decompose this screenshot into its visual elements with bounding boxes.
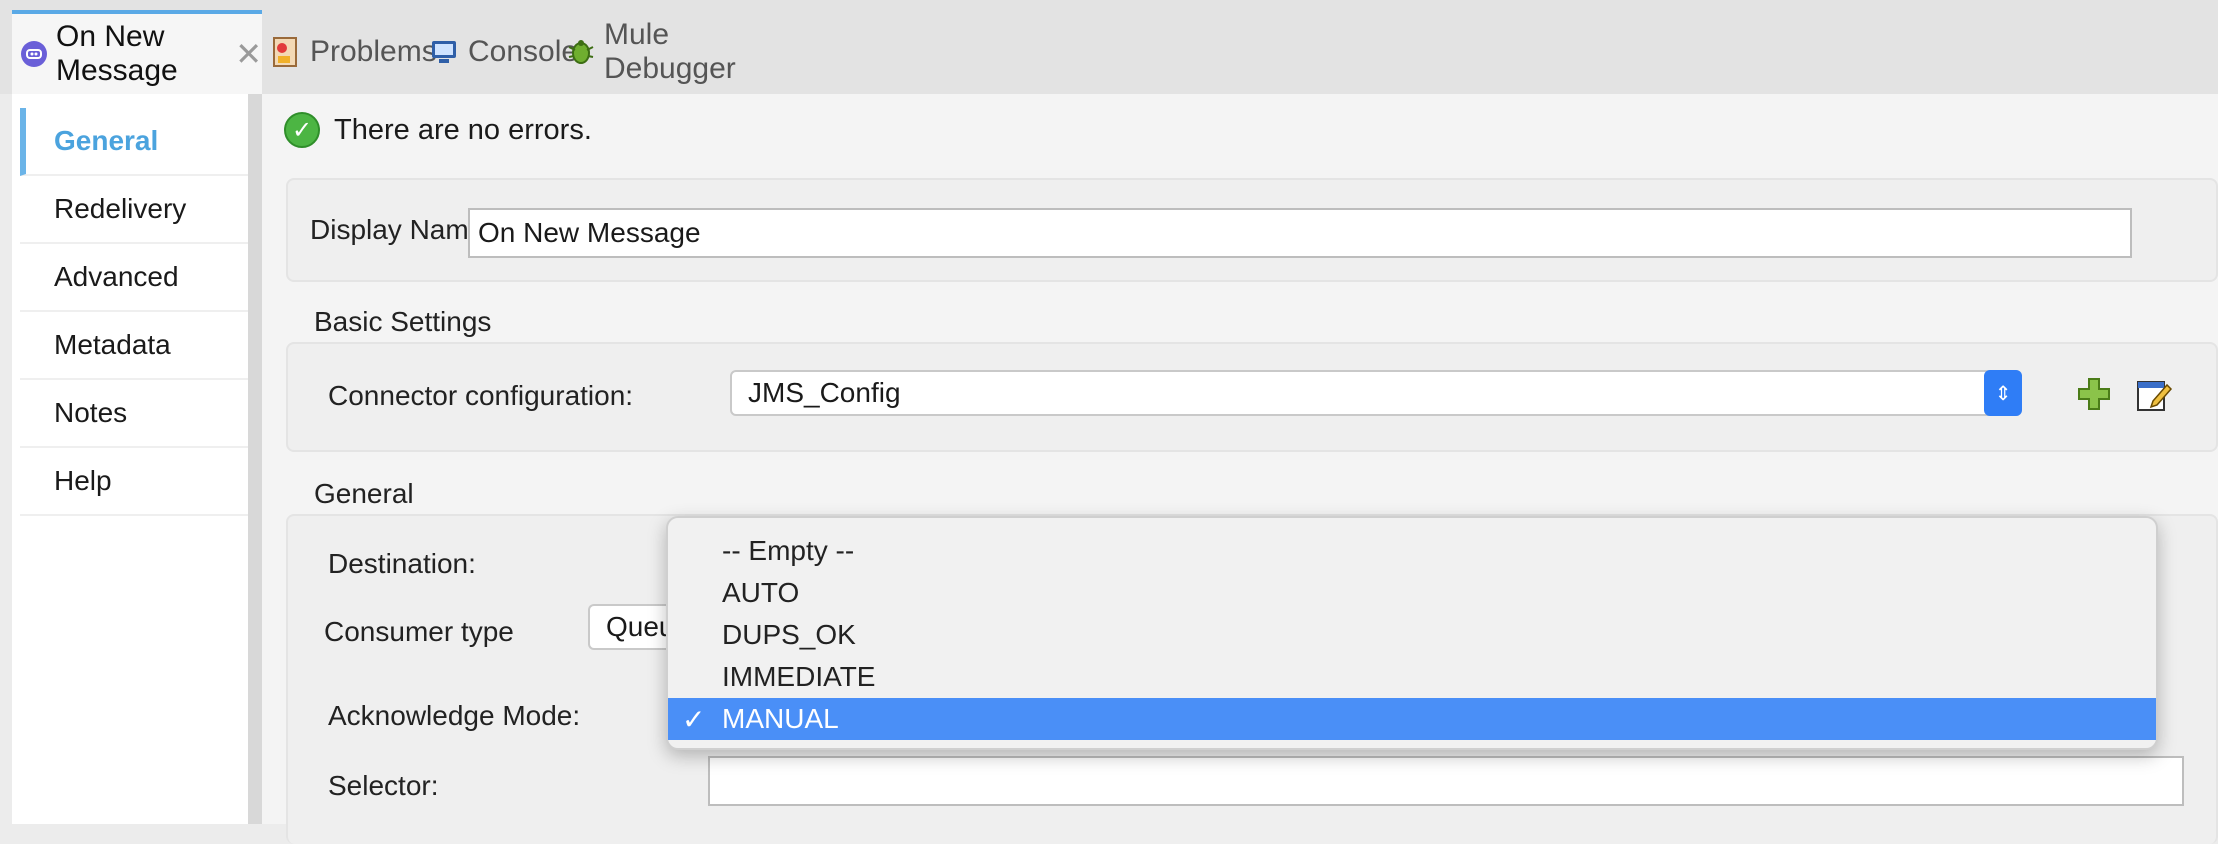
tab-label: Console [468, 35, 579, 68]
option-label: IMMEDIATE [722, 661, 876, 692]
dropdown-option[interactable]: DUPS_OK [668, 614, 2156, 656]
basic-settings-title: Basic Settings [314, 306, 492, 337]
display-name-input[interactable]: On New Message [468, 208, 2132, 258]
tab-on-new-message[interactable]: On New Message ✕ [12, 10, 262, 94]
ack-mode-label: Acknowledge Mode: [328, 700, 581, 731]
mule-event-icon [20, 40, 48, 68]
sidebar-item-help[interactable]: Help [20, 448, 248, 516]
tab-label: Problems [310, 35, 437, 68]
sidebar-item-advanced[interactable]: Advanced [20, 244, 248, 312]
tab-problems[interactable]: Problems [272, 10, 437, 94]
sidebar-item-label: Metadata [54, 329, 171, 360]
display-name-group: Display Name: On New Message [286, 178, 2218, 282]
sidebar-item-metadata[interactable]: Metadata [20, 312, 248, 380]
destination-label: Destination: [328, 548, 476, 579]
sidebar-item-label: Notes [54, 397, 128, 428]
tab-mule-debugger[interactable]: Mule Debugger [566, 10, 766, 94]
sidebar-item-label: General [54, 125, 159, 156]
problems-icon [272, 36, 300, 68]
option-label: MANUAL [722, 703, 839, 734]
dropdown-option-selected[interactable]: ✓ MANUAL [668, 698, 2156, 740]
basic-settings-group: Connector configuration: JMS_Config ⇕ [286, 342, 2218, 452]
option-label: -- Empty -- [722, 535, 855, 566]
tab-console[interactable]: Console [430, 10, 578, 94]
sidebar-item-general[interactable]: General [20, 108, 248, 176]
dropdown-option[interactable]: IMMEDIATE [668, 656, 2156, 698]
sidebar-item-notes[interactable]: Notes [20, 380, 248, 448]
dropdown-option[interactable]: -- Empty -- [668, 530, 2156, 572]
sidebar-item-label: Help [54, 465, 112, 496]
chevron-updown-icon: ⇕ [1984, 370, 2022, 416]
tab-label: Mule Debugger [604, 18, 736, 85]
sidebar-item-redelivery[interactable]: Redelivery [20, 176, 248, 244]
tab-label: On New Message [56, 20, 178, 87]
option-label: DUPS_OK [722, 619, 856, 650]
ack-mode-dropdown-list[interactable]: -- Empty -- AUTO DUPS_OK IMMEDIATE ✓ MAN… [666, 516, 2158, 750]
sidebar-item-label: Advanced [54, 261, 179, 292]
display-name-label: Display Name: [310, 214, 493, 245]
sidebar-item-label: Redelivery [54, 193, 187, 224]
close-icon[interactable]: ✕ [235, 35, 262, 73]
connector-config-value: JMS_Config [748, 377, 901, 408]
connector-config-label: Connector configuration: [328, 380, 634, 411]
general-section-title: General [314, 478, 414, 509]
selector-label: Selector: [328, 770, 439, 801]
dropdown-option[interactable]: AUTO [668, 572, 2156, 614]
editor-tab-bar: On New Message ✕ Problems Console Mule D… [0, 0, 2218, 94]
bug-icon [566, 37, 596, 67]
splitter[interactable] [248, 94, 262, 824]
edit-config-icon[interactable] [2132, 372, 2176, 416]
consumer-type-value: Queu [606, 611, 675, 642]
console-icon [430, 38, 458, 66]
consumer-type-label: Consumer type [324, 616, 514, 647]
connector-config-select[interactable]: JMS_Config ⇕ [730, 370, 2022, 416]
option-label: AUTO [722, 577, 800, 608]
check-circle-icon: ✓ [284, 112, 320, 148]
status-message: ✓ There are no errors. [284, 108, 592, 152]
checkmark-icon: ✓ [682, 703, 706, 735]
add-config-icon[interactable] [2074, 374, 2114, 414]
selector-input[interactable] [708, 756, 2184, 806]
status-text: There are no errors. [334, 113, 592, 146]
sidebar: General Redelivery Advanced Metadata Not… [12, 94, 248, 824]
